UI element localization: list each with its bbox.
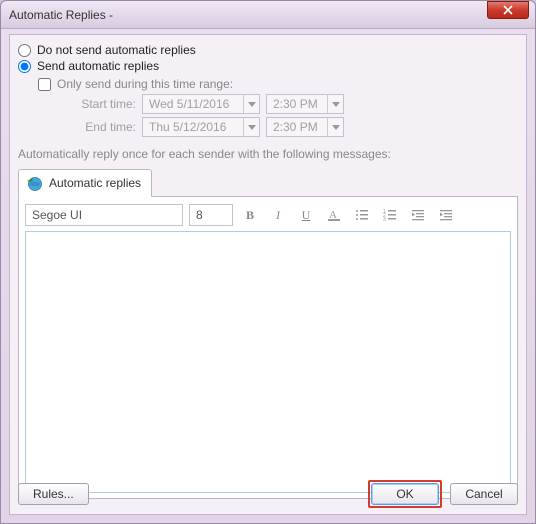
font-size-value: 8	[190, 208, 232, 222]
end-time-value: 2:30 PM	[267, 120, 327, 134]
start-date-value: Wed 5/11/2016	[143, 97, 243, 111]
tab-strip: Automatic replies	[18, 167, 518, 197]
titlebar: Automatic Replies -	[1, 1, 535, 29]
ok-button[interactable]: OK	[371, 483, 439, 505]
indent-icon	[439, 208, 453, 222]
close-icon	[503, 5, 513, 15]
end-time-label: End time:	[68, 120, 136, 134]
font-family-value: Segoe UI	[26, 208, 182, 222]
cancel-button[interactable]: Cancel	[450, 483, 518, 505]
bullets-button[interactable]	[351, 204, 373, 226]
ok-highlight: OK	[368, 480, 442, 508]
end-date-combo[interactable]: Thu 5/12/2016	[142, 117, 260, 137]
automatic-replies-dialog: Automatic Replies - Do not send automati…	[0, 0, 536, 524]
time-range-checkbox[interactable]	[38, 78, 51, 91]
start-time-value: 2:30 PM	[267, 97, 327, 111]
start-time-combo[interactable]: 2:30 PM	[266, 94, 344, 114]
tab-panel: Segoe UI 8 B I U A 123	[18, 197, 518, 499]
message-editor[interactable]	[25, 231, 511, 493]
end-time-drop[interactable]	[327, 118, 343, 136]
bold-button[interactable]: B	[239, 204, 261, 226]
italic-button[interactable]: I	[267, 204, 289, 226]
font-family-combo[interactable]: Segoe UI	[25, 204, 183, 226]
numbering-button[interactable]: 123	[379, 204, 401, 226]
end-date-drop[interactable]	[243, 118, 259, 136]
tab-label: Automatic replies	[49, 176, 141, 190]
close-button[interactable]	[487, 1, 529, 19]
chevron-down-icon	[248, 100, 256, 108]
bullets-icon	[355, 208, 369, 222]
radio-do-not-send[interactable]: Do not send automatic replies	[18, 43, 518, 57]
tab-automatic-replies[interactable]: Automatic replies	[18, 169, 152, 197]
radio-send-label: Send automatic replies	[37, 59, 159, 73]
start-date-drop[interactable]	[243, 95, 259, 113]
window-title: Automatic Replies -	[9, 8, 487, 22]
underline-button[interactable]: U	[295, 204, 317, 226]
font-color-button[interactable]: A	[323, 204, 345, 226]
font-size-combo[interactable]: 8	[189, 204, 233, 226]
start-time-row: Start time: Wed 5/11/2016 2:30 PM	[68, 94, 518, 114]
start-date-combo[interactable]: Wed 5/11/2016	[142, 94, 260, 114]
start-time-label: Start time:	[68, 97, 136, 111]
numbering-icon: 123	[383, 208, 397, 222]
globe-icon	[25, 174, 43, 192]
format-toolbar: Segoe UI 8 B I U A 123	[25, 203, 511, 227]
time-range-checkbox-row[interactable]: Only send during this time range:	[38, 77, 518, 91]
start-time-drop[interactable]	[327, 95, 343, 113]
chevron-down-icon	[248, 123, 256, 131]
radio-send-input[interactable]	[18, 60, 31, 73]
radio-send[interactable]: Send automatic replies	[18, 59, 518, 73]
dialog-body: Do not send automatic replies Send autom…	[9, 34, 527, 515]
section-label: Automatically reply once for each sender…	[18, 147, 518, 161]
dialog-footer: Rules... OK Cancel	[18, 480, 518, 508]
outdent-icon	[411, 208, 425, 222]
radio-do-not-send-input[interactable]	[18, 44, 31, 57]
svg-text:3: 3	[383, 217, 386, 222]
radio-do-not-send-label: Do not send automatic replies	[37, 43, 196, 57]
chevron-down-icon	[332, 123, 340, 131]
end-time-row: End time: Thu 5/12/2016 2:30 PM	[68, 117, 518, 137]
font-color-icon: A	[327, 208, 341, 222]
indent-button[interactable]	[435, 204, 457, 226]
outdent-button[interactable]	[407, 204, 429, 226]
end-date-value: Thu 5/12/2016	[143, 120, 243, 134]
time-range-checkbox-label: Only send during this time range:	[57, 77, 233, 91]
end-time-combo[interactable]: 2:30 PM	[266, 117, 344, 137]
chevron-down-icon	[332, 100, 340, 108]
rules-button[interactable]: Rules...	[18, 483, 89, 505]
